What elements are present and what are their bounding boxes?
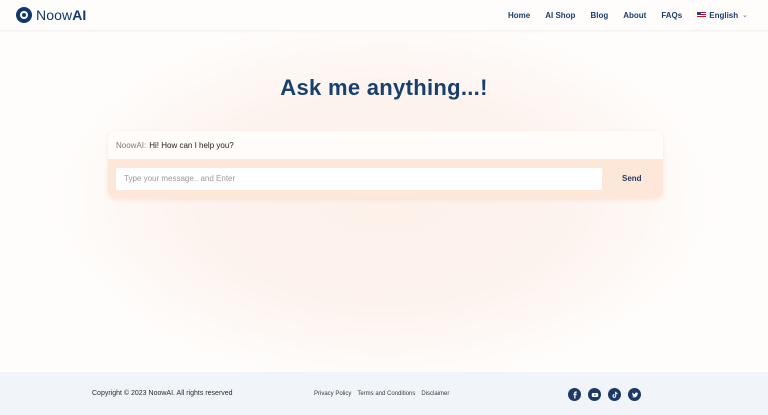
copyright-text: Copyright © 2023 NoowAI. All rights rese… [92, 390, 233, 397]
footer-link-disclaimer[interactable]: Disclaimer [421, 391, 449, 397]
footer-link-privacy-policy[interactable]: Privacy Policy [314, 391, 351, 397]
logo-icon [16, 7, 32, 23]
brand-name: NoowAI [36, 7, 86, 23]
chat-message: NoowAI: Hi! How can I help you? [108, 131, 663, 159]
site-header: NoowAI Home AI Shop Blog About FAQs Engl… [0, 0, 768, 30]
main-nav: Home AI Shop Blog About FAQs English ⌄ [493, 0, 748, 30]
twitter-icon[interactable] [628, 388, 641, 401]
site-footer: Copyright © 2023 NoowAI. All rights rese… [0, 372, 768, 415]
facebook-icon[interactable] [568, 388, 581, 401]
chat-input-row: Send [108, 159, 663, 198]
us-flag-icon [697, 12, 707, 18]
chat-message-text: Hi! How can I help you? [149, 140, 234, 150]
nav-item-blog[interactable]: Blog [590, 11, 608, 20]
brand-name-prefix: Noow [36, 7, 73, 23]
message-input[interactable] [116, 167, 602, 190]
language-label: English [709, 10, 739, 20]
send-button[interactable]: Send [622, 174, 642, 183]
footer-links: Privacy Policy Terms and Conditions Disc… [314, 391, 455, 397]
brand-logo[interactable]: NoowAI [16, 6, 86, 24]
nav-item-home[interactable]: Home [508, 11, 530, 20]
social-links [568, 388, 648, 401]
language-selector[interactable]: English ⌄ [697, 11, 748, 20]
footer-link-terms[interactable]: Terms and Conditions [357, 391, 415, 397]
chevron-down-icon: ⌄ [742, 12, 748, 19]
chat-sender: NoowAI: [116, 140, 147, 150]
youtube-icon[interactable] [588, 388, 601, 401]
nav-item-faqs[interactable]: FAQs [661, 11, 682, 20]
brand-name-suffix: AI [72, 7, 87, 23]
chat-box: NoowAI: Hi! How can I help you? Send [108, 131, 663, 198]
page-title: Ask me anything...! [280, 75, 488, 100]
tiktok-icon[interactable] [608, 388, 621, 401]
nav-item-ai-shop[interactable]: AI Shop [545, 11, 575, 20]
nav-item-about[interactable]: About [623, 11, 646, 20]
